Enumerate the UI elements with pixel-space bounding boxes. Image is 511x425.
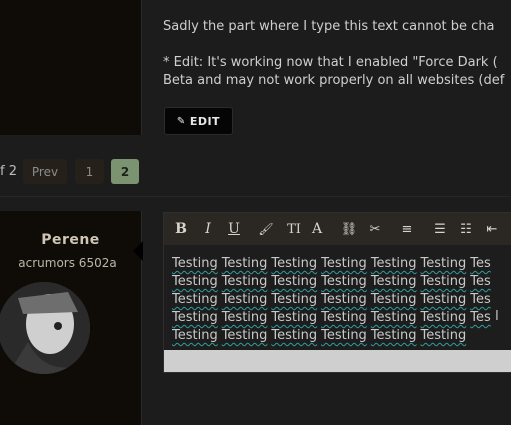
page-2-button[interactable]: 2 <box>111 159 139 184</box>
color-icon[interactable]: 🖌 <box>258 220 274 238</box>
reply-editor[interactable]: B I U 🖌 TI A ⛓ ✂ ≡ ☰ ☷ ⇤ Testing Testing T… <box>163 212 511 373</box>
bold-icon[interactable]: B <box>173 220 189 238</box>
page-1-button[interactable]: 1 <box>75 159 104 184</box>
page-count-label: f 2 <box>0 164 17 179</box>
link-icon[interactable]: ⛓ <box>341 220 358 238</box>
edit-button[interactable]: ✎ EDIT <box>164 107 233 135</box>
editor-toolbar: B I U 🖌 TI A ⛓ ✂ ≡ ☰ ☷ ⇤ <box>164 213 511 245</box>
post-line: Sadly the part where I type this text ca… <box>163 19 495 34</box>
prev-page-button[interactable]: Prev <box>23 159 67 184</box>
editor-text-area[interactable]: Testing Testing Testing Testing Testing Testi… <box>172 255 511 345</box>
user-title: acrumors 6502a <box>18 256 117 270</box>
avatar-image <box>0 282 90 374</box>
unlink-icon[interactable]: ✂ <box>367 220 383 238</box>
username-link[interactable]: Perene <box>0 232 141 248</box>
font-icon[interactable]: A <box>309 220 325 238</box>
editor-line: Testing Testing Testing Testing Testing Testi… <box>172 292 491 307</box>
bullet-list-icon[interactable]: ☰ <box>432 220 448 238</box>
italic-icon[interactable]: I <box>200 220 216 238</box>
editor-line: Testing Testing Testing Testing Testing Testi… <box>172 256 491 271</box>
editor-line: Testing Testing Testing Testing Testing Testi… <box>172 310 491 325</box>
text-cursor-icon: I <box>495 309 499 324</box>
align-icon[interactable]: ≡ <box>399 220 415 238</box>
editor-footer-bar <box>164 350 511 372</box>
divider <box>0 196 511 197</box>
text-size-icon[interactable]: TI <box>283 220 305 238</box>
post-message: Sadly the part where I type this text ca… <box>163 18 511 90</box>
editor-line: Testing Testing Testing Testing Testing Testi… <box>172 274 491 289</box>
numbered-list-icon[interactable]: ☷ <box>458 220 474 238</box>
avatar[interactable] <box>0 282 90 374</box>
post-line: Beta and may not work properly on all we… <box>163 73 505 88</box>
divider <box>141 373 142 425</box>
post-line: * Edit: It's working now that I enabled … <box>163 55 498 70</box>
edit-label: EDIT <box>189 114 221 128</box>
editor-line: Testing Testing Testing Testing Testing Testi… <box>172 328 467 343</box>
outdent-icon[interactable]: ⇤ <box>484 220 500 238</box>
pencil-icon: ✎ <box>176 115 186 127</box>
previous-post-sidebar <box>0 0 142 135</box>
underline-icon[interactable]: U <box>226 220 242 238</box>
